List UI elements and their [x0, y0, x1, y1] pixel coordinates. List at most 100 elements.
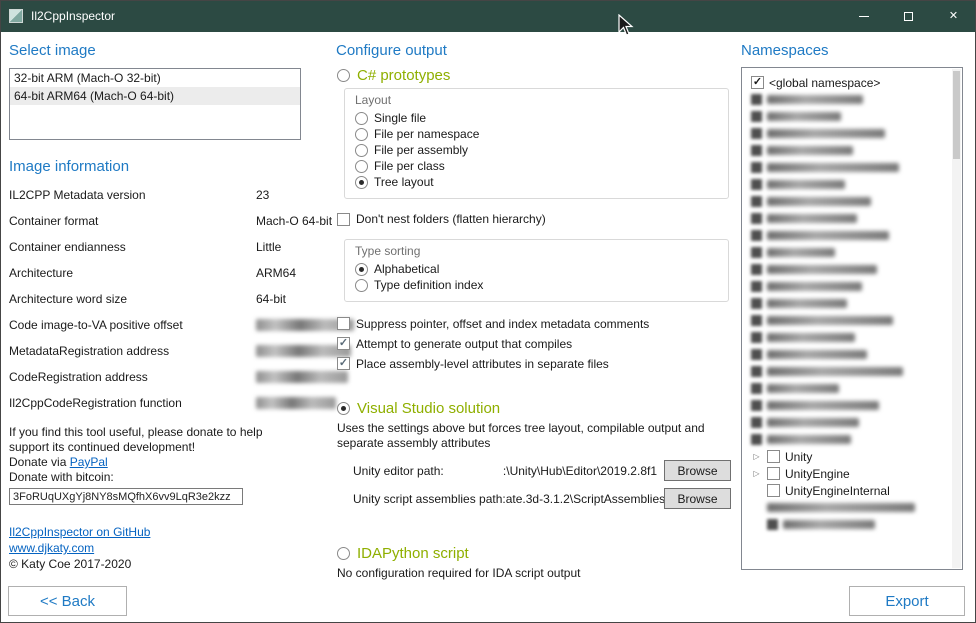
checkbox-suppress-metadata-comments[interactable]: Suppress pointer, offset and index metad…	[337, 315, 738, 332]
scrollbar-track[interactable]	[952, 69, 961, 568]
radio-idapython-script[interactable]: IDAPython script	[337, 545, 738, 562]
namespace-item-redacted[interactable]	[751, 227, 950, 244]
checkbox-assembly-attributes-separate[interactable]: Place assembly-level attributes in separ…	[337, 355, 738, 372]
paypal-link[interactable]: PayPal	[70, 455, 108, 469]
image-listbox[interactable]: 32-bit ARM (Mach-O 32-bit) 64-bit ARM64 …	[9, 68, 301, 140]
checkbox-icon[interactable]	[337, 337, 350, 350]
donate-paypal-prefix: Donate via	[9, 455, 70, 469]
maximize-button[interactable]	[886, 0, 931, 32]
namespace-item-redacted[interactable]	[751, 108, 950, 125]
website-link[interactable]: www.djkaty.com	[9, 541, 94, 555]
namespace-item-redacted[interactable]	[751, 431, 950, 448]
browse-assemblies-path-button[interactable]: Browse	[664, 488, 731, 509]
namespace-item-redacted[interactable]	[751, 159, 950, 176]
radio-type-definition-index[interactable]: Type definition index	[355, 277, 718, 293]
radio-icon[interactable]	[337, 69, 350, 82]
radio-alphabetical[interactable]: Alphabetical	[355, 261, 718, 277]
checkbox-label[interactable]: Attempt to generate output that compiles	[356, 337, 572, 351]
radio-icon[interactable]	[355, 112, 368, 125]
radio-icon[interactable]	[355, 279, 368, 292]
namespaces-tree[interactable]: <global namespace> ▷	[741, 67, 963, 570]
radio-label[interactable]: File per namespace	[374, 127, 479, 141]
namespace-label[interactable]: <global namespace>	[769, 76, 880, 90]
namespace-item-redacted[interactable]	[751, 91, 950, 108]
namespace-label[interactable]: UnityEngineInternal	[785, 484, 890, 498]
copyright-text: © Katy Coe 2017-2020	[9, 557, 339, 572]
namespace-item-redacted[interactable]	[751, 346, 950, 363]
radio-label[interactable]: Visual Studio solution	[357, 400, 500, 417]
namespace-item-redacted[interactable]	[751, 312, 950, 329]
radio-icon[interactable]	[337, 402, 350, 415]
namespace-item-redacted[interactable]	[751, 414, 950, 431]
radio-icon[interactable]	[355, 160, 368, 173]
radio-visual-studio-solution[interactable]: Visual Studio solution	[337, 400, 738, 417]
checkbox-icon[interactable]	[337, 213, 350, 226]
checkbox-icon[interactable]	[337, 317, 350, 330]
checkbox-label[interactable]: Suppress pointer, offset and index metad…	[356, 317, 649, 331]
namespace-item-redacted[interactable]	[751, 295, 950, 312]
namespace-item-redacted[interactable]	[751, 176, 950, 193]
radio-tree-layout[interactable]: Tree layout	[355, 174, 718, 190]
radio-icon[interactable]	[337, 547, 350, 560]
minimize-button[interactable]	[841, 0, 886, 32]
namespace-item-redacted[interactable]	[751, 125, 950, 142]
checkbox-icon[interactable]	[337, 357, 350, 370]
namespace-item-redacted[interactable]	[751, 261, 950, 278]
radio-file-per-assembly[interactable]: File per assembly	[355, 142, 718, 158]
checkbox-output-that-compiles[interactable]: Attempt to generate output that compiles	[337, 335, 738, 352]
radio-file-per-namespace[interactable]: File per namespace	[355, 126, 718, 142]
checkbox-flatten-hierarchy[interactable]: Don't nest folders (flatten hierarchy)	[337, 212, 738, 226]
redacted-label	[767, 146, 853, 155]
back-button[interactable]: << Back	[8, 586, 127, 616]
namespace-item-redacted[interactable]	[751, 278, 950, 295]
scrollbar-thumb[interactable]	[953, 71, 960, 159]
radio-icon[interactable]	[355, 263, 368, 276]
close-button[interactable]: ✕	[931, 0, 976, 32]
checkbox-icon[interactable]	[767, 450, 780, 463]
radio-icon[interactable]	[355, 144, 368, 157]
github-link[interactable]: Il2CppInspector on GitHub	[9, 525, 150, 539]
namespace-item-unityengine[interactable]: ▷ UnityEngine	[751, 465, 950, 482]
namespace-item-redacted[interactable]	[751, 516, 950, 533]
checkbox-icon[interactable]	[767, 484, 780, 497]
checkbox-icon[interactable]	[751, 76, 764, 89]
namespace-item-redacted[interactable]	[751, 142, 950, 159]
namespace-item-redacted[interactable]	[751, 363, 950, 380]
radio-label[interactable]: Tree layout	[374, 175, 434, 189]
radio-file-per-class[interactable]: File per class	[355, 158, 718, 174]
list-item[interactable]: 32-bit ARM (Mach-O 32-bit)	[10, 69, 300, 87]
radio-label[interactable]: Type definition index	[374, 278, 483, 292]
namespace-item-redacted[interactable]	[751, 329, 950, 346]
namespace-item-global[interactable]: <global namespace>	[751, 74, 950, 91]
namespace-item-redacted[interactable]	[751, 193, 950, 210]
redacted-checkbox	[751, 162, 762, 173]
radio-label[interactable]: IDAPython script	[357, 545, 469, 562]
namespace-item-unityengineinternal[interactable]: UnityEngineInternal	[751, 482, 950, 499]
radio-label[interactable]: C# prototypes	[357, 67, 450, 84]
expander-icon[interactable]: ▷	[751, 470, 762, 478]
bitcoin-address-input[interactable]	[9, 488, 243, 505]
list-item-selected[interactable]: 64-bit ARM64 (Mach-O 64-bit)	[10, 87, 300, 105]
checkbox-label[interactable]: Place assembly-level attributes in separ…	[356, 357, 609, 371]
export-button[interactable]: Export	[849, 586, 965, 616]
radio-label[interactable]: Alphabetical	[374, 262, 439, 276]
radio-label[interactable]: Single file	[374, 111, 426, 125]
namespace-label[interactable]: UnityEngine	[785, 467, 850, 481]
browse-editor-path-button[interactable]: Browse	[664, 460, 731, 481]
radio-icon[interactable]	[355, 176, 368, 189]
radio-label[interactable]: File per class	[374, 159, 445, 173]
namespace-item-unity[interactable]: ▷ Unity	[751, 448, 950, 465]
namespace-label[interactable]: Unity	[785, 450, 812, 464]
namespace-item-redacted[interactable]	[751, 210, 950, 227]
namespace-item-redacted[interactable]	[751, 380, 950, 397]
radio-single-file[interactable]: Single file	[355, 110, 718, 126]
namespace-item-redacted[interactable]	[751, 244, 950, 261]
expander-icon[interactable]: ▷	[751, 453, 762, 461]
namespace-item-redacted[interactable]	[751, 397, 950, 414]
checkbox-label[interactable]: Don't nest folders (flatten hierarchy)	[356, 212, 546, 226]
radio-label[interactable]: File per assembly	[374, 143, 468, 157]
checkbox-icon[interactable]	[767, 467, 780, 480]
namespace-item-redacted[interactable]	[751, 499, 950, 516]
radio-csharp-prototypes[interactable]: C# prototypes	[337, 67, 738, 84]
radio-icon[interactable]	[355, 128, 368, 141]
